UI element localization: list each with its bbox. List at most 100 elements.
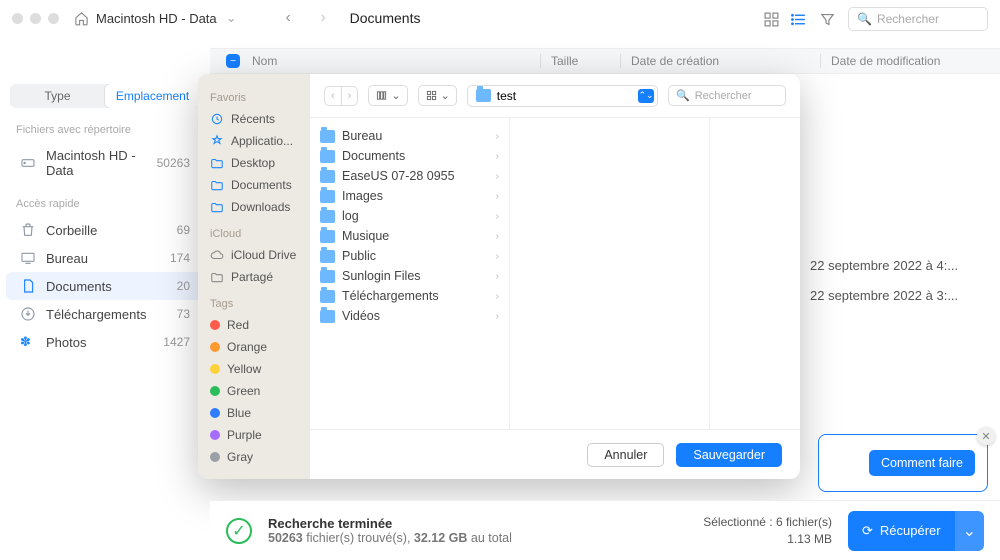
folder-icon [320, 250, 335, 263]
chevron-down-icon: ⌄ [391, 89, 400, 102]
disk-icon [20, 155, 36, 171]
folder-item[interactable]: Vidéos› [310, 306, 509, 326]
howto-button[interactable]: Comment faire [869, 450, 975, 476]
check-icon: ✓ [226, 518, 252, 544]
tag-dot-icon [210, 386, 220, 396]
cancel-button[interactable]: Annuler [587, 443, 664, 467]
sidebar-item-disk[interactable]: Macintosh HD - Data50263 [6, 142, 204, 184]
back-icon[interactable]: ‹ [325, 87, 341, 105]
folder-item[interactable]: EaseUS 07-28 0955› [310, 166, 509, 186]
dialog-sidebar-item[interactable]: Downloads [198, 196, 310, 218]
layout-button[interactable]: ⌄ [368, 85, 407, 106]
tag-dot-icon [210, 320, 220, 330]
search-input[interactable]: 🔍 Rechercher [848, 7, 988, 31]
grid-view-icon[interactable] [763, 11, 780, 28]
dialog-sidebar-item[interactable]: Applicatio... [198, 130, 310, 152]
dialog-sidebar: Favoris RécentsApplicatio...DesktopDocum… [198, 74, 310, 479]
page-title: Documents [350, 10, 421, 26]
filter-icon[interactable] [819, 11, 836, 28]
chevron-right-icon: › [496, 251, 499, 262]
folder-icon [320, 150, 335, 163]
folder-item[interactable]: Images› [310, 186, 509, 206]
folder-icon [476, 89, 491, 102]
dialog-nav[interactable]: ‹› [324, 86, 358, 106]
dialog-sidebar-item[interactable]: Récents [198, 108, 310, 130]
preview-column [510, 118, 710, 429]
folder-icon [320, 270, 335, 283]
dialog-sidebar-item[interactable]: Partagé [198, 266, 310, 288]
forward-button[interactable]: › [315, 10, 332, 27]
howto-panel: ✕ Comment faire [818, 434, 988, 492]
download-icon [20, 306, 36, 322]
sidebar-item-downloads[interactable]: Téléchargements73 [6, 300, 204, 328]
folder-item[interactable]: Public› [310, 246, 509, 266]
folder-item[interactable]: Bureau› [310, 126, 509, 146]
dialog-tag-item[interactable]: Purple [198, 424, 310, 446]
segment-control[interactable]: Type Emplacement [10, 84, 200, 108]
photos-icon: ✽ [20, 334, 36, 350]
select-all-checkbox[interactable]: − [226, 54, 240, 68]
folder-column: Bureau›Documents›EaseUS 07-28 0955›Image… [310, 118, 510, 429]
dialog-tag-item[interactable]: Orange [198, 336, 310, 358]
tag-dot-icon [210, 452, 220, 462]
tag-dot-icon [210, 342, 220, 352]
dialog-search[interactable]: 🔍Rechercher [668, 85, 786, 106]
chevron-right-icon: › [496, 151, 499, 162]
folder-icon [320, 170, 335, 183]
tag-dot-icon [210, 364, 220, 374]
back-button[interactable]: ‹ [280, 10, 297, 27]
expand-icon: ⌃⌄ [638, 89, 654, 103]
group-button[interactable]: ⌄ [418, 85, 457, 106]
search-icon: 🔍 [676, 89, 690, 102]
path-selector[interactable]: test ⌃⌄ [467, 85, 658, 107]
dialog-sidebar-item[interactable]: Documents [198, 174, 310, 196]
sidebar-item-documents[interactable]: Documents20 [6, 272, 204, 300]
chevron-right-icon: › [496, 231, 499, 242]
traffic-lights[interactable] [12, 13, 59, 24]
sidebar: Type Emplacement Fichiers avec répertoir… [0, 36, 210, 508]
forward-icon[interactable]: › [341, 87, 358, 105]
chevron-down-icon: ⌄ [441, 89, 450, 102]
folder-icon [320, 190, 335, 203]
close-icon[interactable]: ✕ [977, 427, 995, 445]
location-picker[interactable]: Macintosh HD - Data ⌄ [73, 10, 240, 27]
tag-dot-icon [210, 408, 220, 418]
segment-location[interactable]: Emplacement [105, 84, 200, 108]
document-icon [20, 278, 36, 294]
folder-icon [320, 130, 335, 143]
sidebar-item-trash[interactable]: Corbeille69 [6, 216, 204, 244]
dialog-tag-item[interactable]: Red [198, 314, 310, 336]
dialog-sidebar-item[interactable]: Desktop [198, 152, 310, 174]
save-dialog: Favoris RécentsApplicatio...DesktopDocum… [198, 74, 800, 479]
chevron-right-icon: › [496, 131, 499, 142]
dialog-tag-item[interactable]: Blue [198, 402, 310, 424]
dialog-tag-item[interactable]: Gray [198, 446, 310, 468]
folder-item[interactable]: Téléchargements› [310, 286, 509, 306]
cloud-icon [210, 270, 224, 284]
fav-icon [210, 134, 224, 148]
folder-item[interactable]: Sunlogin Files› [310, 266, 509, 286]
fav-icon [210, 156, 224, 170]
fav-icon [210, 112, 224, 126]
save-button[interactable]: Sauvegarder [676, 443, 782, 467]
sidebar-item-photos[interactable]: ✽Photos1427 [6, 328, 204, 356]
status-footer: ✓ Recherche terminée 50263 fichier(s) tr… [210, 500, 1000, 560]
dialog-tag-item[interactable]: Green [198, 380, 310, 402]
folder-icon [320, 310, 335, 323]
cloud-icon [210, 248, 224, 262]
dialog-sidebar-item[interactable]: iCloud Drive [198, 244, 310, 266]
folder-item[interactable]: Musique› [310, 226, 509, 246]
segment-type[interactable]: Type [10, 84, 105, 108]
sidebar-item-desktop[interactable]: Bureau174 [6, 244, 204, 272]
chevron-down-icon: ⌄ [223, 10, 240, 27]
columns-header: − Nom Taille Date de création Date de mo… [210, 48, 1000, 74]
dialog-tag-item[interactable]: Yellow [198, 358, 310, 380]
folder-item[interactable]: log› [310, 206, 509, 226]
folder-item[interactable]: Documents› [310, 146, 509, 166]
recover-button[interactable]: ⟳Récupérer ⌄ [848, 511, 984, 551]
list-view-icon[interactable] [790, 11, 807, 28]
chevron-right-icon: › [496, 171, 499, 182]
chevron-down-icon[interactable]: ⌄ [955, 511, 984, 551]
location-label: Macintosh HD - Data [96, 11, 217, 26]
chevron-right-icon: › [496, 191, 499, 202]
